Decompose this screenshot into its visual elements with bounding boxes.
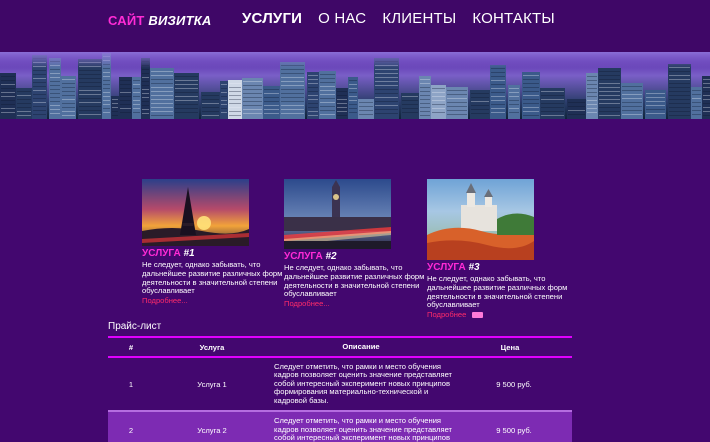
service-1-text: Не следует, однако забывать, что дальней…	[142, 260, 283, 296]
service-card-3: УСЛУГА #3 Не следует, однако забывать, ч…	[427, 179, 572, 319]
service-3-title: УСЛУГА #3	[427, 262, 480, 273]
header-price: Цена	[500, 342, 520, 352]
row-description: Следует отметить, что рамки и место обуч…	[274, 416, 453, 442]
pricelist-title: Прайс-лист	[108, 321, 162, 332]
banner-sky	[0, 52, 710, 68]
header-description: Описание	[342, 341, 380, 351]
table-header: # Услуга Описание Цена	[108, 338, 572, 356]
table-row: 2 Услуга 2 Следует отметить, что рамки и…	[108, 410, 572, 442]
row-service: Услуга 1	[197, 379, 227, 389]
chat-badge-icon[interactable]	[472, 312, 484, 319]
service-3-text: Не следует, однако забывать, что дальней…	[427, 274, 568, 310]
nav-item-clients[interactable]: КЛИЕНТЫ	[382, 10, 456, 27]
services-section: УСЛУГА #1 Не следует, однако забывать, ч…	[0, 179, 710, 319]
header-num: #	[128, 342, 134, 352]
city-banner-image	[0, 52, 710, 119]
site-logo[interactable]: САЙТ ВИЗИТКА	[108, 13, 212, 28]
service-2-more-link[interactable]: Подробнее...	[284, 299, 429, 308]
top-navbar: САЙТ ВИЗИТКА УСЛУГИ О НАС КЛИЕНТЫ КОНТАК…	[0, 0, 710, 52]
row-num: 2	[128, 425, 134, 435]
service-2-text: Не следует, однако забывать, что дальней…	[284, 263, 425, 299]
table-row: 1 Услуга 1 Следует отметить, что рамки и…	[108, 358, 572, 410]
main-nav: УСЛУГИ О НАС КЛИЕНТЫ КОНТАКТЫ	[242, 10, 555, 27]
service-2-image	[284, 179, 391, 249]
service-1-title: УСЛУГА #1	[142, 248, 195, 259]
row-num: 1	[128, 379, 134, 389]
logo-part-2: ВИЗИТКА	[148, 13, 212, 28]
row-price: 9 500 руб.	[496, 425, 532, 435]
row-service: Услуга 2	[197, 425, 227, 435]
service-3-image	[427, 179, 534, 260]
service-1-image	[142, 179, 249, 246]
row-price: 9 500 руб.	[496, 379, 532, 389]
nav-item-about[interactable]: О НАС	[318, 10, 366, 27]
service-card-1: УСЛУГА #1 Не следует, однако забывать, ч…	[142, 179, 287, 305]
service-3-more-link[interactable]: Подробнее	[427, 310, 572, 319]
service-2-title: УСЛУГА #2	[284, 251, 337, 262]
row-description: Следует отметить, что рамки и место обуч…	[274, 361, 453, 405]
pricelist-table: # Услуга Описание Цена 1 Услуга 1 Следуе…	[108, 336, 572, 442]
nav-item-contacts[interactable]: КОНТАКТЫ	[472, 10, 555, 27]
service-card-2: УСЛУГА #2 Не следует, однако забывать, ч…	[284, 179, 429, 308]
nav-item-services[interactable]: УСЛУГИ	[242, 10, 302, 27]
service-1-more-link[interactable]: Подробнее...	[142, 296, 287, 305]
header-service: Услуга	[199, 342, 225, 352]
logo-part-1: САЙТ	[108, 13, 145, 28]
